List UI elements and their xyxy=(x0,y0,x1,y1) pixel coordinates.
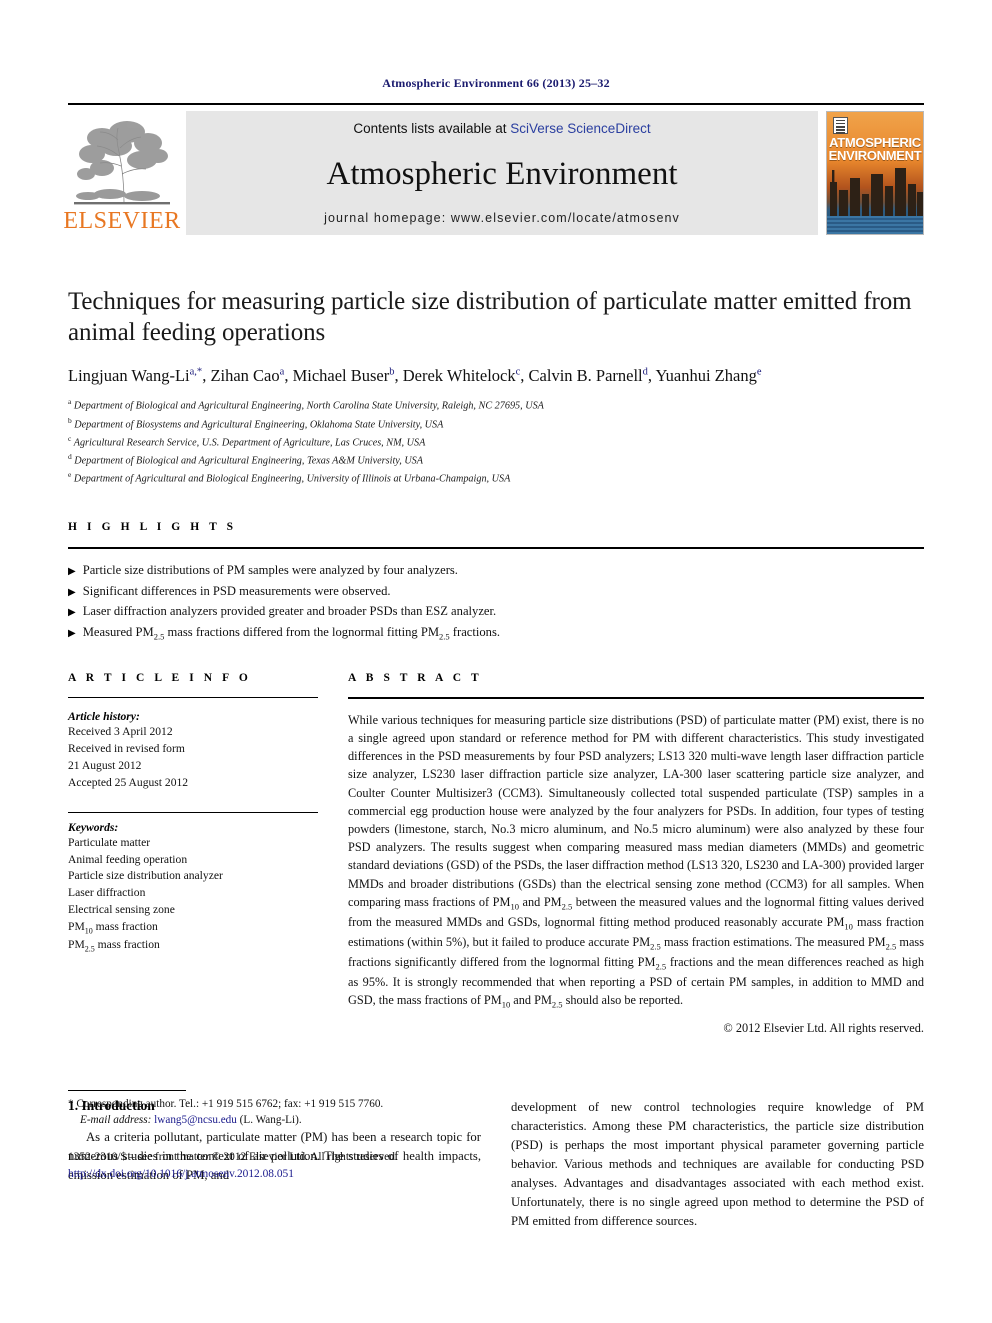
footnote-rule xyxy=(68,1089,186,1091)
highlights-section: H I G H L I G H T S ▶ Particle size dist… xyxy=(68,521,924,643)
running-head: Atmospheric Environment 66 (2013) 25–32 xyxy=(382,76,610,90)
author-list: Lingjuan Wang-Lia,*, Zihan Caoa, Michael… xyxy=(68,366,762,385)
highlights-rule xyxy=(68,547,924,550)
highlight-text: Particle size distributions of PM sample… xyxy=(82,563,458,578)
masthead-top-rule xyxy=(68,103,924,105)
journal-homepage-line[interactable]: journal homepage: www.elsevier.com/locat… xyxy=(186,211,818,225)
elsevier-logo: ELSEVIER xyxy=(63,111,180,235)
history-line: Received 3 April 2012 xyxy=(68,724,173,738)
abstract-body: While various techniques for measuring p… xyxy=(348,711,924,1036)
list-item: ▶ Laser diffraction analyzers provided g… xyxy=(68,601,924,621)
author-2: Michael Buserb xyxy=(292,366,395,385)
highlight-text: Significant differences in PSD measureme… xyxy=(82,583,391,598)
article-info-column: A R T I C L E I N F O Article history: R… xyxy=(68,672,318,1036)
keyword-item: Laser diffraction xyxy=(68,886,146,900)
intro-paragraph-right: development of new control technologies … xyxy=(511,1100,924,1229)
keyword-item: Particulate matter xyxy=(68,835,151,849)
author-3: Derek Whitelockc xyxy=(402,366,521,385)
highlights-list: ▶ Particle size distributions of PM samp… xyxy=(68,560,924,643)
journal-cover-image: ATMOSPHERIC ENVIRONMENT xyxy=(826,111,924,235)
author-1: Zihan Caoa xyxy=(210,366,285,385)
highlights-heading: H I G H L I G H T S xyxy=(68,521,237,534)
abstract-copyright: © 2012 Elsevier Ltd. All rights reserved… xyxy=(723,1021,924,1036)
elsevier-wordmark: ELSEVIER xyxy=(63,208,181,234)
abstract-column: A B S T R A C T While various techniques… xyxy=(348,672,924,1036)
bullet-arrow-icon: ▶ xyxy=(68,627,76,639)
list-item: ▶ Significant differences in PSD measure… xyxy=(68,581,924,601)
history-line: Received in revised form xyxy=(68,741,185,755)
cover-title-line1: ATMOSPHERIC xyxy=(829,135,921,150)
email-note: E-mail address: lwang5@ncsu.edu (L. Wang… xyxy=(68,1112,488,1129)
list-item: ▶ Particle size distributions of PM samp… xyxy=(68,560,924,580)
keyword-item: PM2.5 mass fraction xyxy=(68,938,160,954)
affiliation-c: c Agricultural Research Service, U.S. De… xyxy=(68,433,426,449)
abstract-rule xyxy=(348,696,924,699)
doi-link[interactable]: http://dx.doi.org/10.1016/j.atmosenv.201… xyxy=(68,1166,488,1183)
article-page: Atmospheric Environment 66 (2013) 25–32 xyxy=(0,0,992,1231)
article-history-label: Article history: xyxy=(68,709,140,723)
article-info-heading: A R T I C L E I N F O xyxy=(68,671,252,684)
keywords-rule xyxy=(68,811,318,813)
issn-block: 1352-2310/$ – see front matter © 2012 El… xyxy=(68,1149,488,1183)
keyword-item: Particle size distribution analyzer xyxy=(68,869,223,883)
contents-prefix: Contents lists available at xyxy=(353,121,511,136)
contents-lists-line: Contents lists available at SciVerse Sci… xyxy=(186,121,818,136)
highlight-text: Measured PM2.5 mass fractions differed f… xyxy=(82,624,501,642)
affiliation-a: a Department of Biological and Agricultu… xyxy=(68,397,544,412)
article-info-rule xyxy=(68,696,318,698)
masthead-center: Contents lists available at SciVerse Sci… xyxy=(186,111,818,235)
keywords-label: Keywords: xyxy=(68,820,119,834)
elsevier-tree-icon xyxy=(72,116,172,208)
author-4: Calvin B. Parnelld xyxy=(528,366,648,385)
list-item: ▶ Measured PM2.5 mass fractions differed… xyxy=(68,622,924,644)
sciencedirect-link[interactable]: SciVerse ScienceDirect xyxy=(510,121,650,136)
history-line: Accepted 25 August 2012 xyxy=(68,775,189,789)
keywords-block: Keywords: Particulate matter Animal feed… xyxy=(68,811,318,956)
affiliation-b: b Department of Biosystems and Agricultu… xyxy=(68,415,444,431)
keyword-item: Animal feeding operation xyxy=(68,852,188,866)
bullet-arrow-icon: ▶ xyxy=(68,566,76,578)
info-abstract-region: A R T I C L E I N F O Article history: R… xyxy=(68,672,924,1036)
affiliation-list: a Department of Biological and Agricultu… xyxy=(68,396,924,487)
corresponding-author-note: * Corresponding author. Tel.: +1 919 515… xyxy=(68,1097,384,1110)
article-history-block: Article history: Received 3 April 2012 R… xyxy=(68,710,318,792)
bullet-arrow-icon: ▶ xyxy=(68,586,76,598)
email-link[interactable]: lwang5@ncsu.edu xyxy=(154,1114,237,1126)
abstract-text: While various techniques for measuring p… xyxy=(348,712,924,1010)
cover-skyline-graphic xyxy=(830,168,923,218)
keyword-item: Electrical sensing zone xyxy=(68,903,175,917)
issn-line: 1352-2310/$ – see front matter © 2012 El… xyxy=(68,1151,398,1164)
highlight-text: Laser diffraction analyzers provided gre… xyxy=(82,604,497,619)
affiliation-d: d Department of Biological and Agricultu… xyxy=(68,452,423,467)
cover-stamp-icon xyxy=(833,117,848,134)
history-line: 21 August 2012 xyxy=(68,758,142,772)
cover-water-graphic xyxy=(827,216,923,234)
footnote-region: * Corresponding author. Tel.: +1 919 515… xyxy=(68,1089,488,1184)
keyword-item: PM10 mass fraction xyxy=(68,920,158,936)
author-5: Yuanhui Zhange xyxy=(655,366,762,385)
journal-masthead: ELSEVIER Contents lists available at Sci… xyxy=(63,111,924,235)
body-column-right: development of new control technologies … xyxy=(511,1098,924,1231)
bullet-arrow-icon: ▶ xyxy=(68,607,76,619)
abstract-heading: A B S T R A C T xyxy=(348,671,483,684)
author-0: Lingjuan Wang-Lia,* xyxy=(68,366,203,385)
affiliation-e: e Department of Agricultural and Biologi… xyxy=(68,470,511,485)
email-label: E-mail address: xyxy=(80,1114,152,1127)
page-title: Techniques for measuring particle size d… xyxy=(68,288,912,346)
journal-title: Atmospheric Environment xyxy=(326,156,678,192)
email-owner: (L. Wang-Li). xyxy=(239,1114,302,1127)
